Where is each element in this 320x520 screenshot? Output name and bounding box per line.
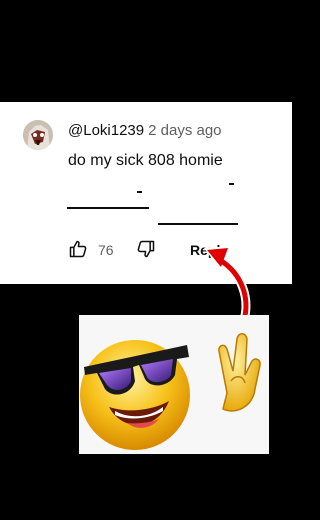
comment-text: do my sick 808 homie: [68, 152, 223, 169]
comment-header: @Loki1239 2 days ago: [68, 122, 222, 139]
drawn-line-right: [158, 223, 238, 225]
drawn-line-left: [67, 207, 149, 209]
comment-username[interactable]: @Loki1239: [68, 122, 144, 139]
drawn-tick-right: [229, 183, 234, 185]
comment-timestamp: 2 days ago: [148, 122, 222, 139]
avatar[interactable]: [23, 120, 53, 150]
drawn-tick-left: [137, 191, 142, 193]
like-count: 76: [98, 242, 114, 258]
red-arrow-icon: [204, 246, 251, 325]
thumbs-down-icon[interactable]: [136, 239, 156, 259]
sunglasses-rock-emoji: [80, 333, 261, 450]
thumbs-up-icon[interactable]: [68, 239, 88, 259]
emoji-image: [79, 315, 269, 454]
top-black-band: [0, 0, 292, 102]
